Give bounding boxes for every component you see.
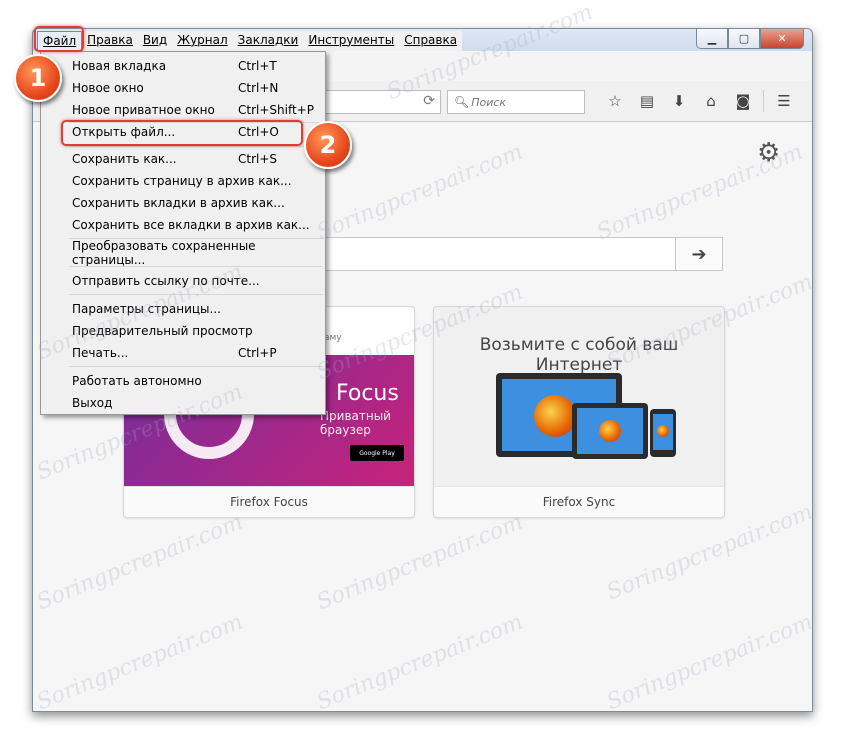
tile-caption: Firefox Sync <box>434 486 724 517</box>
step-badge-1: 1 <box>14 54 62 102</box>
firefox-logo <box>599 420 621 442</box>
menu-item-save-page-archive[interactable]: Сохранить страницу в архив как... <box>41 170 325 192</box>
menu-item-label: Сохранить как... <box>72 152 177 166</box>
menu-item-shortcut: Ctrl+P <box>238 346 277 360</box>
menu-item-label: Сохранить вкладки в архив как... <box>72 196 285 210</box>
menu-bar: Файл Правка Вид Журнал Закладки Инструме… <box>37 31 463 51</box>
menu-item-label: Новое приватное окно <box>72 103 215 117</box>
menu-item-label: Новая вкладка <box>72 59 167 73</box>
menu-item-label: Параметры страницы... <box>72 302 221 316</box>
window-controls: ▁ ▢ ✕ <box>696 29 804 49</box>
menu-item-new-private-window[interactable]: Новое приватное окно Ctrl+Shift+P <box>41 99 325 121</box>
menu-item-label: Предварительный просмотр <box>72 324 253 338</box>
banner-text: аму <box>324 333 342 343</box>
url-bar[interactable]: ⟳ <box>323 90 441 114</box>
menu-tools[interactable]: Инструменты <box>303 31 399 51</box>
menu-item-save-all-tabs-archive[interactable]: Сохранить все вкладки в архив как... <box>41 214 325 236</box>
google-play-badge: Google Play <box>350 445 404 461</box>
menu-item-label: Отправить ссылку по почте... <box>72 274 260 288</box>
menu-help[interactable]: Справка <box>399 31 462 51</box>
menu-item-save-as[interactable]: Сохранить как... Ctrl+S <box>41 148 325 170</box>
focus-title: Focus <box>336 381 399 406</box>
close-button[interactable]: ✕ <box>760 29 804 49</box>
tile-caption: Firefox Focus <box>124 486 414 517</box>
search-input[interactable] <box>469 94 574 110</box>
firefox-logo <box>534 395 576 437</box>
menu-item-exit[interactable]: Выход <box>41 392 325 414</box>
focus-subtitle: Приватный браузер <box>320 409 391 437</box>
menu-item-label: Выход <box>72 396 113 410</box>
go-button[interactable]: ➔ <box>675 237 723 271</box>
star-icon[interactable]: ☆ <box>599 90 631 112</box>
maximize-button[interactable]: ▢ <box>728 29 760 49</box>
menu-bookmarks[interactable]: Закладки <box>233 31 304 51</box>
menu-item-label: Работать автономно <box>72 374 202 388</box>
menu-item-new-tab[interactable]: Новая вкладка Ctrl+T <box>41 55 325 77</box>
gear-icon[interactable]: ⚙ <box>757 138 780 168</box>
menu-item-convert-saved-pages[interactable]: Преобразовать сохраненные страницы... <box>41 239 325 267</box>
phone-illustration <box>650 409 676 457</box>
highlight-file-menu <box>34 26 84 52</box>
menu-item-shortcut: Ctrl+S <box>238 152 278 166</box>
menu-item-label: Сохранить все вкладки в архив как... <box>72 218 310 232</box>
menu-item-shortcut: Ctrl+N <box>238 81 279 95</box>
menu-item-label: Печать... <box>72 346 129 360</box>
step-badge-2: 2 <box>304 121 352 169</box>
toolbar-icons: ☆ ▤ ⬇ ⌂ ◙ ☰ <box>599 90 800 112</box>
menu-separator <box>69 294 323 295</box>
menu-item-label: Сохранить страницу в архив как... <box>72 174 292 188</box>
arrow-right-icon: ➔ <box>691 243 707 265</box>
pocket-icon[interactable]: ◙ <box>727 90 759 112</box>
firefox-logo <box>657 425 669 437</box>
minimize-button[interactable]: ▁ <box>696 29 728 49</box>
menu-item-print-preview[interactable]: Предварительный просмотр <box>41 320 325 342</box>
highlight-open-file <box>61 120 303 146</box>
tablet-illustration <box>572 403 648 459</box>
menu-history[interactable]: Журнал <box>172 31 233 51</box>
home-icon[interactable]: ⌂ <box>695 90 727 112</box>
search-icon: 🔍︎ <box>454 95 470 109</box>
reading-list-icon[interactable]: ▤ <box>631 90 663 112</box>
tile-image: Возьмите с собой ваш Интернет <box>434 307 724 487</box>
tile-firefox-sync[interactable]: Возьмите с собой ваш Интернет Firefox Sy… <box>433 306 725 518</box>
menu-item-shortcut: Ctrl+Shift+P <box>238 103 314 117</box>
download-icon[interactable]: ⬇ <box>663 90 695 112</box>
menu-item-send-link[interactable]: Отправить ссылку по почте... <box>41 270 325 292</box>
menu-item-page-setup[interactable]: Параметры страницы... <box>41 298 325 320</box>
hamburger-menu-icon[interactable]: ☰ <box>768 90 800 112</box>
menu-item-save-tabs-archive[interactable]: Сохранить вкладки в архив как... <box>41 192 325 214</box>
menu-view[interactable]: Вид <box>138 31 172 51</box>
menu-separator <box>69 146 323 147</box>
search-box[interactable]: 🔍︎ <box>447 90 585 114</box>
menu-item-shortcut: Ctrl+T <box>238 59 277 73</box>
reload-icon[interactable]: ⟳ <box>423 93 435 109</box>
sync-title: Возьмите с собой ваш Интернет <box>479 335 679 375</box>
menu-item-label: Преобразовать сохраненные страницы... <box>72 239 256 267</box>
menu-separator <box>69 266 323 267</box>
menu-item-print[interactable]: Печать... Ctrl+P <box>41 342 325 364</box>
file-menu: Новая вкладка Ctrl+T Новое окно Ctrl+N Нов… <box>40 51 326 415</box>
menu-separator <box>69 366 323 367</box>
menu-item-new-window[interactable]: Новое окно Ctrl+N <box>41 77 325 99</box>
menu-item-label: Новое окно <box>72 81 144 95</box>
title-bar: Файл Правка Вид Журнал Закладки Инструме… <box>33 29 812 51</box>
menu-item-work-offline[interactable]: Работать автономно <box>41 370 325 392</box>
menu-edit[interactable]: Правка <box>82 31 138 51</box>
toolbar-separator <box>763 90 764 112</box>
